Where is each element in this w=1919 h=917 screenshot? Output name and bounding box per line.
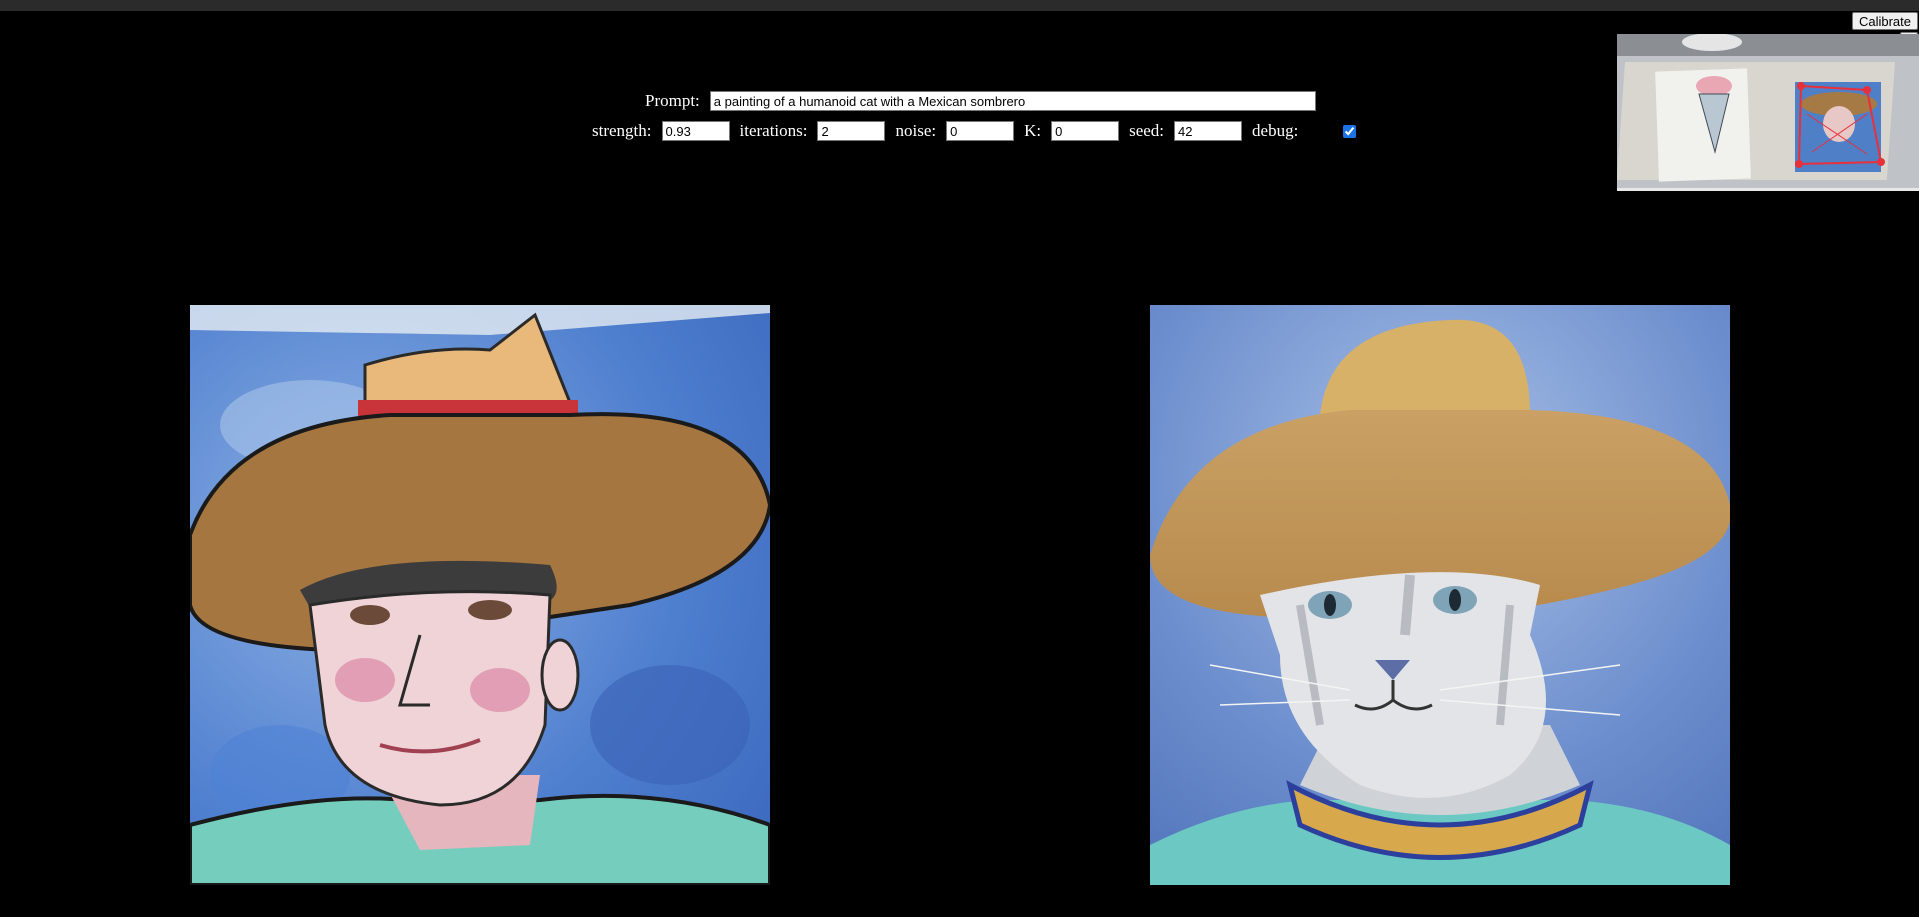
input-image bbox=[190, 305, 770, 885]
k-input[interactable] bbox=[1051, 121, 1120, 141]
strength-label: strength: bbox=[592, 121, 652, 140]
prompt-label: Prompt: bbox=[645, 91, 700, 110]
top-bar bbox=[0, 0, 1919, 11]
calibrate-button[interactable]: Calibrate bbox=[1851, 12, 1918, 30]
noise-input[interactable] bbox=[946, 121, 1015, 141]
strength-input[interactable] bbox=[661, 121, 730, 141]
noise-label: noise: bbox=[895, 121, 937, 140]
seed-input[interactable] bbox=[1174, 121, 1243, 141]
k-label: K: bbox=[1024, 121, 1042, 140]
debug-checkbox[interactable] bbox=[1343, 124, 1357, 138]
parameters-row: strength: iterations: noise: K: seed: de… bbox=[592, 118, 1357, 144]
camera-preview bbox=[1617, 34, 1919, 191]
iterations-input[interactable] bbox=[817, 121, 886, 141]
seed-label: seed: bbox=[1129, 121, 1165, 140]
prompt-input[interactable] bbox=[709, 91, 1316, 111]
prompt-row: Prompt: bbox=[645, 88, 1316, 114]
iterations-label: iterations: bbox=[739, 121, 808, 140]
generated-image bbox=[1150, 305, 1730, 885]
debug-label: debug: bbox=[1252, 121, 1299, 140]
